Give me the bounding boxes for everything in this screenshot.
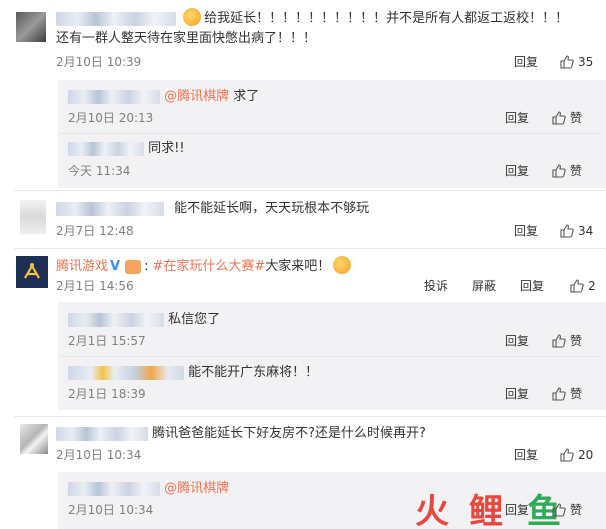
reply-button[interactable]: 回复 (505, 502, 529, 518)
tencent-games-avatar[interactable] (16, 256, 48, 288)
like-label: 赞 (570, 387, 583, 401)
block-button[interactable]: 屏蔽 (472, 278, 496, 294)
avatar[interactable] (16, 12, 46, 42)
username-blurred[interactable] (68, 365, 184, 380)
divider (60, 356, 600, 357)
comment-time: 2月10日 10:34 (56, 448, 142, 462)
reply-button[interactable]: 回复 (514, 54, 538, 70)
thumbs-up-icon (552, 503, 566, 517)
reply-button[interactable]: 回复 (514, 447, 538, 463)
username-blurred[interactable] (68, 312, 164, 327)
thumbs-up-icon (570, 279, 584, 293)
reply-time: 2月10日 20:13 (68, 111, 154, 125)
like-button[interactable]: 34 (560, 223, 593, 239)
username-blurred[interactable] (56, 426, 148, 441)
comment-time: 2月7日 12:48 (56, 224, 134, 238)
like-button[interactable]: 赞 (552, 386, 582, 402)
thumbs-up-icon (560, 448, 574, 462)
comment-text-line-2: 还有一群人整天待在家里面快憋出病了！！！ (56, 31, 317, 46)
like-button[interactable]: 赞 (552, 163, 582, 179)
username-blurred[interactable] (68, 481, 160, 496)
tencent-games-logo-icon (24, 263, 40, 279)
reply-text: 私信您了 (168, 312, 221, 327)
comment-time: 2月1日 14:56 (56, 279, 134, 293)
like-button[interactable]: 赞 (552, 110, 582, 126)
comment-text: 腾讯爸爸能延长下好友房不?还是什么时候再开? (152, 426, 426, 441)
reply-time: 2月10日 10:34 (68, 503, 154, 517)
username-blurred[interactable] (56, 201, 164, 216)
avatar[interactable] (20, 424, 48, 454)
like-button[interactable]: 20 (560, 447, 593, 463)
reply-button[interactable]: 回复 (520, 278, 544, 294)
verified-badge-icon: V (110, 259, 121, 274)
reply-time: 2月1日 18:39 (68, 387, 146, 401)
like-label: 赞 (570, 334, 583, 348)
thumbs-up-icon (560, 224, 574, 238)
reply-button[interactable]: 回复 (514, 223, 538, 239)
hashtag-link[interactable]: #在家玩什么大赛# (152, 259, 265, 274)
like-count: 2 (588, 279, 596, 293)
like-button[interactable]: 赞 (552, 333, 582, 349)
thumbs-up-icon (560, 55, 574, 69)
vip-badge-icon (125, 260, 142, 274)
like-count: 20 (578, 448, 594, 462)
divider (14, 248, 606, 249)
avatar[interactable] (20, 200, 46, 234)
report-button[interactable]: 投诉 (424, 278, 448, 294)
angry-face-emoji (183, 8, 202, 26)
username-blurred[interactable] (56, 11, 176, 26)
reply-time: 2月1日 15:57 (68, 334, 146, 348)
mention-link[interactable]: @腾讯棋牌 (164, 89, 229, 104)
divider (60, 133, 600, 134)
reply-text: 同求!! (148, 141, 185, 156)
like-button[interactable]: 2 (570, 278, 596, 294)
mention-link[interactable]: @腾讯棋牌 (164, 481, 229, 496)
like-label: 赞 (570, 111, 583, 125)
comment-text-line-1: 给我延长！！！！！！！！！！并不是所有人都返工返校！！！ (204, 11, 569, 26)
like-count: 35 (578, 55, 594, 69)
watermark-char-2: 鲤 (469, 492, 503, 529)
like-button[interactable]: 35 (560, 54, 593, 70)
comment-text: 能不能延长啊，天天玩根本不够玩 (174, 201, 370, 216)
reply-button[interactable]: 回复 (505, 333, 529, 349)
divider (14, 416, 606, 417)
like-button[interactable]: 赞 (552, 502, 582, 518)
watermark-char-1: 火 (415, 492, 449, 529)
reply-button[interactable]: 回复 (505, 110, 529, 126)
comment-text: 大家来吧！ (265, 259, 331, 274)
reply-button[interactable]: 回复 (505, 386, 529, 402)
thumbs-up-icon (552, 387, 566, 401)
reply-button[interactable]: 回复 (505, 163, 529, 179)
like-label: 赞 (570, 164, 583, 178)
reply-text: 能不能开广东麻将！！ (188, 365, 319, 380)
thumbs-up-icon (552, 164, 566, 178)
username-blurred[interactable] (68, 141, 144, 156)
like-count: 34 (578, 224, 594, 238)
thumbs-up-icon (552, 111, 566, 125)
username-link[interactable]: 腾讯游戏 (56, 259, 108, 274)
comment-time: 2月10日 10:39 (56, 55, 142, 69)
like-label: 赞 (570, 503, 583, 517)
reply-text: 求了 (233, 89, 260, 104)
tongue-out-face-emoji (333, 256, 352, 274)
username-blurred[interactable] (68, 89, 160, 104)
thumbs-up-icon (552, 334, 566, 348)
reply-time: 今天 11:34 (68, 164, 131, 178)
divider (14, 190, 606, 191)
